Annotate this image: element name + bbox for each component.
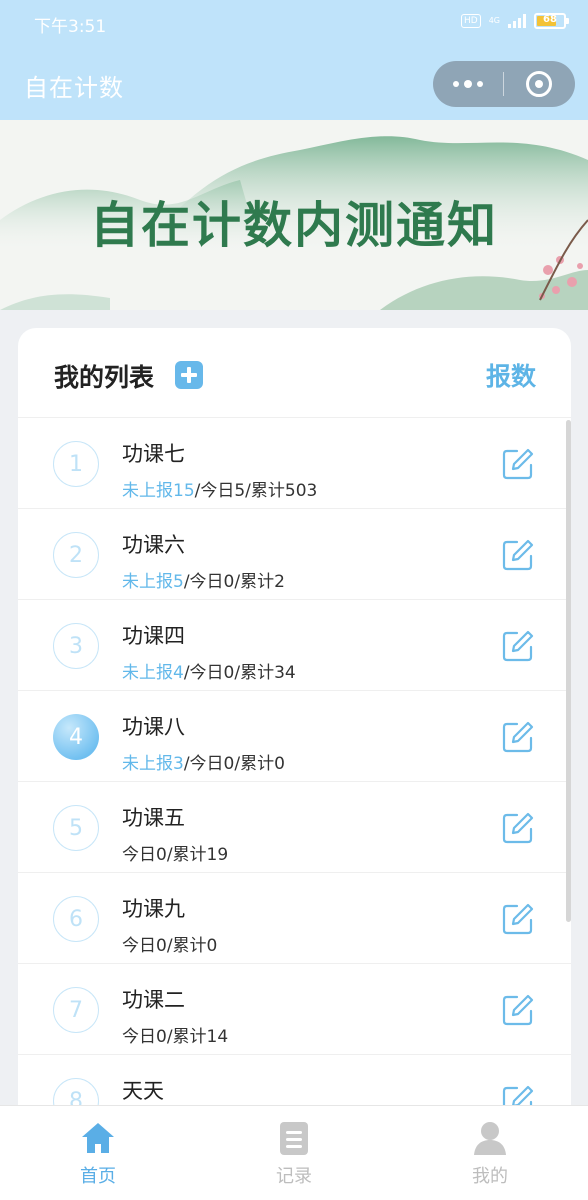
item-name: 天天: [122, 1079, 164, 1103]
edit-icon[interactable]: [501, 902, 535, 936]
list-title: 我的列表: [54, 363, 155, 392]
item-name: 功课六: [122, 533, 185, 557]
top-header: 下午3:51 HD 4G 68 自在计数: [0, 0, 588, 120]
status-indicators: HD 4G 68: [461, 13, 569, 29]
item-name: 功课七: [122, 442, 185, 466]
item-index: 1: [53, 441, 99, 487]
tab-mine[interactable]: 我的: [392, 1106, 588, 1200]
battery-icon: 68: [534, 13, 569, 29]
edit-icon[interactable]: [501, 811, 535, 845]
more-menu-icon[interactable]: [433, 61, 503, 107]
item-totals: /今日0/累计34: [183, 663, 296, 683]
item-stats: 未上报5/今日0/累计2: [122, 567, 285, 592]
status-time: 下午3:51: [34, 17, 107, 37]
tab-label: 我的: [472, 1166, 508, 1187]
item-name: 功课二: [122, 988, 185, 1012]
item-totals: 今日0/累计14: [122, 1027, 229, 1047]
edit-icon[interactable]: [501, 629, 535, 663]
pending-count: 未上报3: [122, 754, 184, 774]
network-icon: 4G: [488, 16, 500, 25]
signal-icon: [508, 14, 526, 28]
list-scrollbar[interactable]: [566, 420, 571, 922]
item-stats: 今日0/累计19: [122, 840, 228, 865]
card-header: 我的列表 报数: [18, 328, 571, 418]
item-totals: 今日0/累计0: [122, 936, 218, 956]
list-item[interactable]: 1 功课七 未上报15/今日5/累计503: [18, 418, 571, 509]
item-totals: /今日0/累计2: [183, 572, 285, 592]
tab-label: 首页: [80, 1166, 116, 1187]
tab-home[interactable]: 首页: [0, 1106, 196, 1200]
hd-icon: HD: [461, 14, 481, 28]
list-item[interactable]: 4 功课八 未上报3/今日0/累计0: [18, 691, 571, 782]
item-totals: /今日0/累计0: [183, 754, 285, 774]
announcement-banner[interactable]: 自在计数内测通知: [0, 120, 588, 310]
my-list-card: 我的列表 报数 1 功课七 未上报15/今日5/累计503 2 功课六 未上报5…: [18, 328, 571, 1128]
item-stats: 未上报15/今日5/累计503: [122, 476, 317, 501]
item-index: 6: [53, 896, 99, 942]
item-stats: 今日0/累计14: [122, 1022, 228, 1047]
list-item[interactable]: 2 功课六 未上报5/今日0/累计2: [18, 509, 571, 600]
app-title: 自在计数: [24, 74, 124, 102]
close-miniprogram-icon[interactable]: [504, 61, 574, 107]
pending-count: 未上报4: [122, 663, 184, 683]
edit-icon[interactable]: [501, 447, 535, 481]
item-name: 功课四: [122, 624, 185, 648]
tab-records[interactable]: 记录: [196, 1106, 392, 1200]
miniprogram-capsule: [433, 61, 575, 107]
counter-list: 1 功课七 未上报15/今日5/累计503 2 功课六 未上报5/今日0/累计2…: [18, 418, 571, 1128]
report-button[interactable]: 报数: [486, 357, 536, 393]
user-icon: [474, 1122, 506, 1155]
record-icon: [280, 1122, 308, 1155]
item-name: 功课八: [122, 715, 185, 739]
tab-label: 记录: [276, 1166, 312, 1187]
item-index-selected: 4: [53, 714, 99, 760]
item-name: 功课九: [122, 897, 185, 921]
edit-icon[interactable]: [501, 720, 535, 754]
item-index: 3: [53, 623, 99, 669]
pending-count: 未上报15: [122, 481, 195, 501]
add-item-icon[interactable]: [175, 361, 203, 389]
item-index: 7: [53, 987, 99, 1033]
status-bar: 下午3:51 HD 4G 68: [0, 0, 588, 46]
item-stats: 今日0/累计0: [122, 931, 217, 956]
banner-title: 自在计数内测通知: [89, 196, 498, 254]
bottom-tab-bar: 首页 记录 我的: [0, 1105, 588, 1200]
home-icon: [82, 1123, 114, 1153]
battery-level: 68: [543, 14, 557, 25]
list-item[interactable]: 7 功课二 今日0/累计14: [18, 964, 571, 1055]
edit-icon[interactable]: [501, 538, 535, 572]
pending-count: 未上报5: [122, 572, 184, 592]
item-stats: 未上报3/今日0/累计0: [122, 749, 285, 774]
item-totals: 今日0/累计19: [122, 845, 229, 865]
item-name: 功课五: [122, 806, 185, 830]
list-item[interactable]: 5 功课五 今日0/累计19: [18, 782, 571, 873]
item-index: 2: [53, 532, 99, 578]
list-item[interactable]: 6 功课九 今日0/累计0: [18, 873, 571, 964]
item-index: 5: [53, 805, 99, 851]
list-item[interactable]: 3 功课四 未上报4/今日0/累计34: [18, 600, 571, 691]
edit-icon[interactable]: [501, 993, 535, 1027]
item-stats: 未上报4/今日0/累计34: [122, 658, 296, 683]
item-totals: /今日5/累计503: [194, 481, 318, 501]
